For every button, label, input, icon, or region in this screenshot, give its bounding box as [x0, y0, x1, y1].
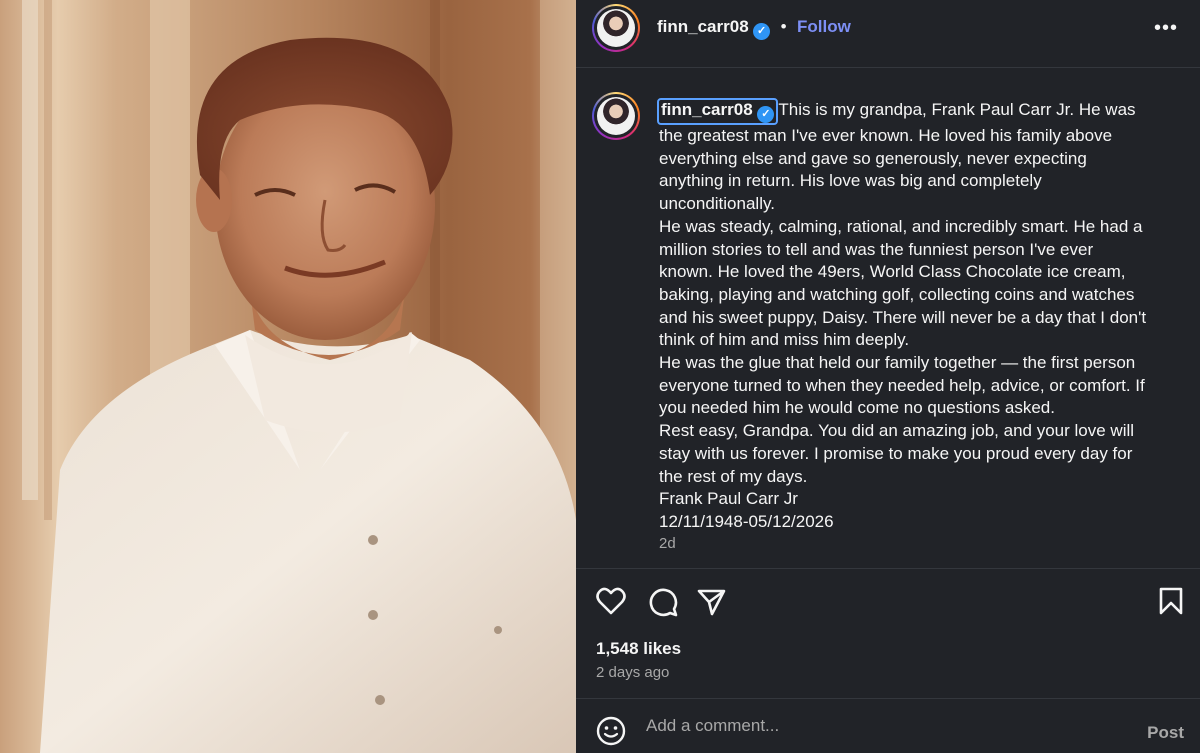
bookmark-icon[interactable]	[1158, 587, 1184, 620]
header-username[interactable]: finn_carr08	[657, 17, 749, 36]
caption-line: Rest easy, Grandpa. You did an amazing j…	[659, 421, 1135, 441]
caption-avatar[interactable]	[592, 92, 640, 140]
caption-line: the greatest man I've ever known. He lov…	[659, 126, 1113, 145]
caption-text: finn_carr08 ✓ This is my grandpa, Frank P…	[657, 98, 1189, 534]
caption-line: think of him and miss him deeply.	[659, 330, 910, 350]
post-comment-button[interactable]: Post	[1147, 723, 1184, 743]
caption-line: baking, playing and watching golf, colle…	[659, 284, 1135, 304]
separator-dot: •	[780, 17, 787, 36]
portrait-image	[0, 0, 576, 753]
post-header: finn_carr08 ✓ • Follow •••	[576, 0, 1200, 68]
post-photo	[0, 0, 576, 753]
caption-line: Frank Paul Carr Jr	[659, 489, 798, 509]
caption-line: everything else and gave so generously, …	[659, 148, 1087, 168]
caption-line: and his sweet puppy, Daisy. There will n…	[659, 307, 1147, 327]
caption-timestamp[interactable]: 2d	[659, 535, 676, 552]
caption-line: million stories to tell and was the funn…	[659, 239, 1094, 259]
caption-line: finn_carr08 ✓ This is my grandpa, Frank P…	[657, 98, 1189, 125]
caption-line: anything in return. His love was big and…	[659, 171, 1042, 191]
caption-line: known. He loved the 49ers, World Class C…	[659, 262, 1126, 282]
post-date: 2 days ago	[596, 664, 670, 681]
emoji-smiley-icon[interactable]	[596, 716, 626, 751]
caption-line: everyone turned to when they needed help…	[659, 375, 1145, 395]
caption-line: you needed him he would come no question…	[659, 398, 1055, 418]
comment-input[interactable]	[646, 712, 1106, 740]
likes-count[interactable]: 1,548 likes	[596, 639, 681, 659]
more-horizontal-icon[interactable]: •••	[1154, 18, 1178, 38]
caption-line: the rest of my days.	[659, 466, 808, 486]
comment-bubble-icon[interactable]	[648, 587, 678, 622]
caption-line: 12/11/1948-05/12/2026	[659, 511, 834, 531]
caption-username[interactable]: finn_carr08 ✓	[657, 98, 779, 125]
like-heart-icon[interactable]	[596, 587, 626, 620]
caption-line: stay with us forever. I promise to make …	[659, 443, 1133, 463]
caption-line: unconditionally.	[659, 194, 775, 214]
follow-button[interactable]: Follow	[797, 17, 851, 36]
share-send-icon[interactable]	[696, 587, 726, 622]
verified-badge-icon: ✓	[753, 23, 771, 40]
avatar[interactable]	[592, 4, 640, 52]
comment-bar: Post	[576, 698, 1200, 753]
caption-line: He was the glue that held our family tog…	[659, 353, 1136, 373]
post-details-panel: finn_carr08 ✓ • Follow ••• finn_carr08 ✓…	[576, 0, 1200, 753]
verified-badge-icon: ✓	[757, 106, 775, 123]
action-bar: 1,548 likes 2 days ago	[576, 568, 1200, 698]
caption-section: finn_carr08 ✓ This is my grandpa, Frank P…	[576, 68, 1200, 568]
caption-line: He was steady, calming, rational, and in…	[659, 216, 1143, 236]
